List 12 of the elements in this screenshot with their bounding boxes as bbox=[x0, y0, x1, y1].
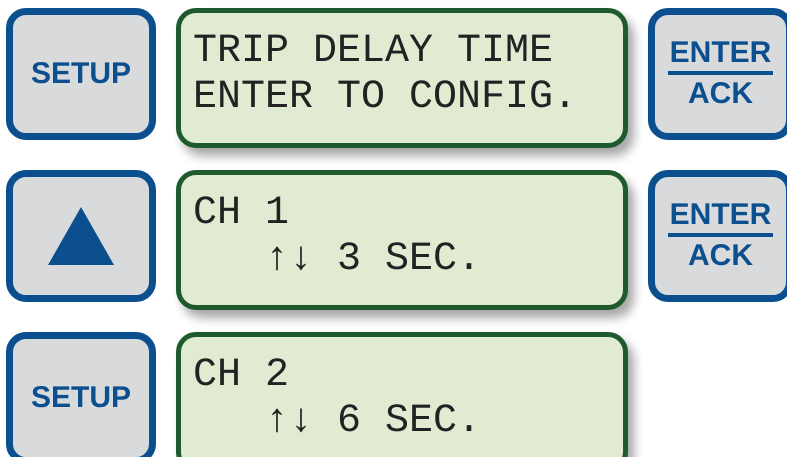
display-line: ↑↓ 6 SEC. bbox=[264, 399, 482, 445]
display-line: CH 2 bbox=[193, 353, 290, 399]
setup-button[interactable]: SETUP bbox=[6, 332, 156, 457]
display-line: TRIP DELAY TIME bbox=[193, 29, 554, 75]
up-button[interactable] bbox=[6, 170, 156, 302]
display-line: ENTER TO CONFIG. bbox=[193, 75, 578, 121]
setup-button[interactable]: SETUP bbox=[6, 8, 156, 140]
display-line: ↑↓ 3 SEC. bbox=[264, 237, 482, 283]
up-triangle-icon bbox=[48, 207, 114, 265]
enter-ack-button[interactable]: ENTER ACK bbox=[648, 170, 787, 302]
display-line: CH 1 bbox=[193, 191, 290, 237]
enter-ack-button[interactable]: ENTER ACK bbox=[648, 8, 787, 140]
